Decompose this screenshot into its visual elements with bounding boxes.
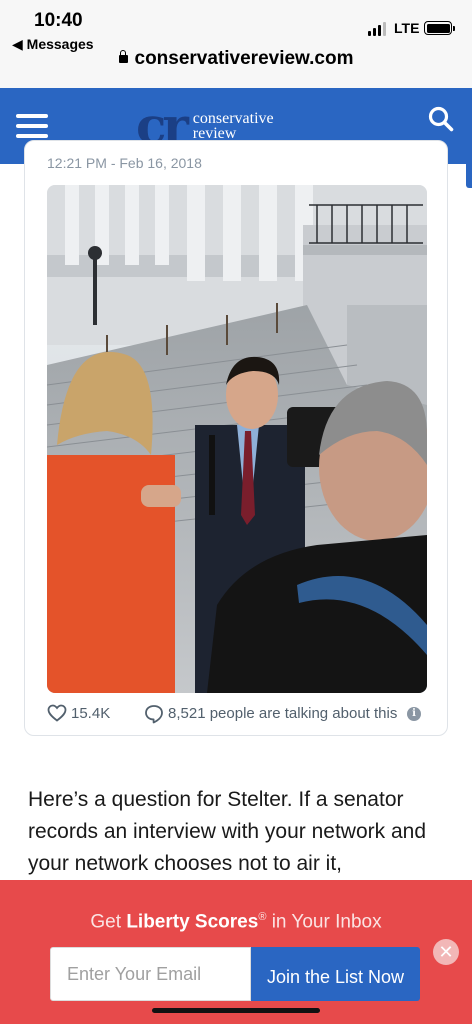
logo-wordmark: conservative review [193, 111, 274, 142]
tweet-photo[interactable] [47, 185, 427, 693]
hamburger-menu-icon[interactable] [16, 114, 48, 138]
join-list-button[interactable]: Join the List Now [251, 947, 420, 1001]
close-icon[interactable]: ✕ [433, 939, 459, 965]
banner-title-prefix: Get [90, 911, 127, 933]
banner-title-suffix: in Your Inbox [266, 911, 382, 933]
reply-bubble-icon[interactable] [144, 704, 164, 724]
banner-title: Get Liberty Scores® in Your Inbox [0, 911, 472, 933]
signal-icon [368, 22, 386, 36]
address-bar[interactable]: conservativereview.com [0, 48, 472, 70]
capitol-interview-photo [47, 185, 427, 693]
info-icon[interactable]: i [407, 707, 421, 721]
lock-icon [118, 50, 128, 63]
tweet-actions: 15.4K 8,521 people are talking about thi… [47, 703, 427, 725]
conversation-count[interactable]: 8,521 people are talking about this [168, 705, 397, 722]
heart-icon[interactable] [47, 704, 67, 722]
email-input[interactable] [50, 947, 251, 1001]
status-bar: 10:40 ◀ Messages LTE conservativereview.… [0, 0, 472, 88]
like-count[interactable]: 15.4K [71, 705, 110, 722]
battery-icon [424, 21, 455, 35]
clock: 10:40 [34, 10, 83, 31]
url-text: conservativereview.com [134, 48, 354, 69]
article-paragraph: Here’s a question for Stelter. If a sena… [28, 788, 427, 875]
tweet-timestamp[interactable]: 12:21 PM - Feb 16, 2018 [47, 155, 202, 171]
network-label: LTE [394, 20, 420, 36]
banner-title-brand: Liberty Scores [126, 911, 259, 933]
side-feedback-tab[interactable] [466, 140, 472, 188]
home-indicator[interactable] [152, 1008, 320, 1013]
search-icon[interactable] [428, 106, 454, 132]
newsletter-signup-banner: Get Liberty Scores® in Your Inbox ✕ Join… [0, 880, 472, 1024]
embedded-tweet[interactable]: 12:21 PM - Feb 16, 2018 15.4K 8,521 peop… [24, 140, 448, 736]
